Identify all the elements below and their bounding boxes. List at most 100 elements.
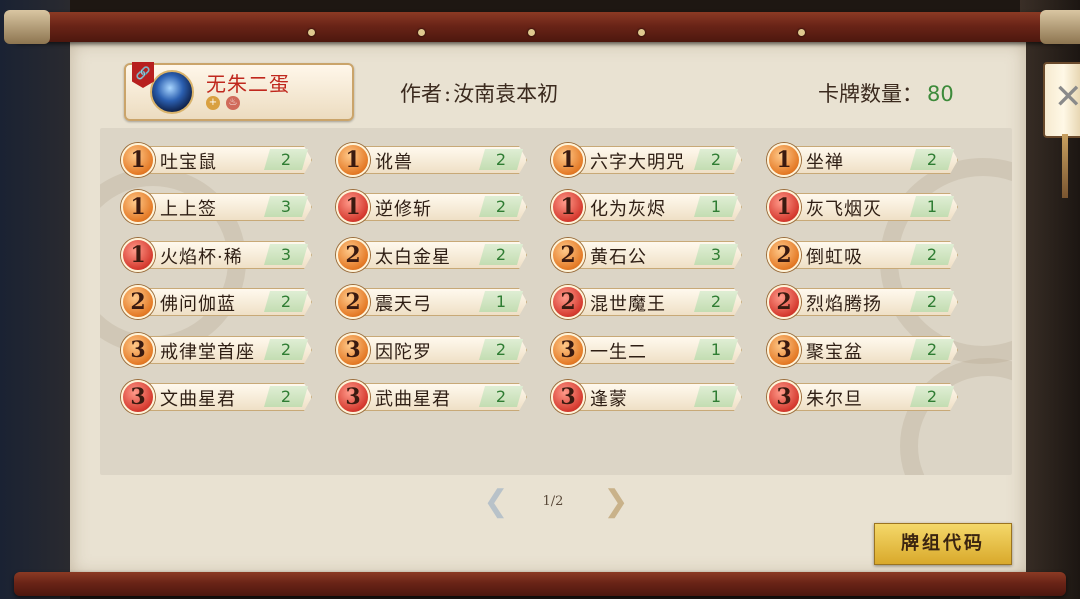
card-entry[interactable]: 倒虹吸 2 2 bbox=[762, 238, 958, 272]
flame-icon: ♨ bbox=[226, 96, 240, 110]
avatar bbox=[150, 70, 194, 114]
card-entry[interactable]: 朱尔旦 2 3 bbox=[762, 380, 958, 414]
prev-page-button[interactable]: ❮ bbox=[478, 485, 514, 519]
card-name: 六字大明咒 bbox=[590, 152, 685, 173]
card-name: 讹兽 bbox=[375, 152, 413, 173]
card-entry[interactable]: 逢蒙 1 3 bbox=[546, 380, 742, 414]
card-name: 化为灰烬 bbox=[590, 199, 666, 220]
card-entry[interactable]: 吐宝鼠 2 1 bbox=[116, 143, 312, 177]
card-count-value: 80 bbox=[927, 82, 954, 106]
card-name: 上上签 bbox=[160, 199, 217, 220]
card-quantity: 1 bbox=[479, 291, 523, 312]
scroll-rod-cap bbox=[1040, 10, 1080, 44]
lantern-tassel bbox=[1062, 134, 1068, 198]
card-cost-badge: 3 bbox=[121, 380, 155, 414]
scroll-rod-cap bbox=[4, 10, 50, 44]
card-entry[interactable]: 戒律堂首座 2 3 bbox=[116, 333, 312, 367]
card-cost-badge: 3 bbox=[551, 333, 585, 367]
card-quantity: 2 bbox=[479, 386, 523, 407]
deck-code-button[interactable]: 牌组代码 bbox=[874, 523, 1012, 565]
card-name: 烈焰腾扬 bbox=[806, 294, 882, 315]
card-quantity: 1 bbox=[694, 196, 738, 217]
card-cost-badge: 2 bbox=[121, 285, 155, 319]
card-name: 吐宝鼠 bbox=[160, 152, 217, 173]
card-entry[interactable]: 一生二 1 3 bbox=[546, 333, 742, 367]
card-name: 黄石公 bbox=[590, 247, 647, 268]
card-entry[interactable]: 灰飞烟灭 1 1 bbox=[762, 190, 958, 224]
card-cost-badge: 1 bbox=[121, 143, 155, 177]
card-name: 混世魔王 bbox=[590, 294, 666, 315]
card-cost-badge: 3 bbox=[121, 333, 155, 367]
cloud-right-arrow-icon: ❯ bbox=[603, 484, 629, 519]
card-name: 震天弓 bbox=[375, 294, 432, 315]
rod-stud bbox=[418, 29, 425, 36]
decorative-swirl bbox=[900, 358, 1012, 475]
close-x-icon: ✕ bbox=[1054, 77, 1080, 117]
card-entry[interactable]: 文曲星君 2 3 bbox=[116, 380, 312, 414]
card-entry[interactable]: 黄石公 3 2 bbox=[546, 238, 742, 272]
card-name: 灰飞烟灭 bbox=[806, 199, 882, 220]
card-entry[interactable]: 因陀罗 2 3 bbox=[331, 333, 527, 367]
card-cost-badge: 3 bbox=[767, 333, 801, 367]
scroll-rod-top bbox=[14, 12, 1066, 42]
card-name: 因陀罗 bbox=[375, 342, 432, 363]
card-quantity: 2 bbox=[694, 149, 738, 170]
card-entry[interactable]: 上上签 3 1 bbox=[116, 190, 312, 224]
card-quantity: 2 bbox=[910, 339, 954, 360]
card-entry[interactable]: 火焰杯·稀 3 1 bbox=[116, 238, 312, 272]
card-entry[interactable]: 坐禅 2 1 bbox=[762, 143, 958, 177]
card-cost-badge: 3 bbox=[336, 333, 370, 367]
card-name: 一生二 bbox=[590, 342, 647, 363]
card-cost-badge: 2 bbox=[551, 285, 585, 319]
plus-icon: + bbox=[206, 96, 220, 110]
card-entry[interactable]: 混世魔王 2 2 bbox=[546, 285, 742, 319]
card-entry[interactable]: 化为灰烬 1 1 bbox=[546, 190, 742, 224]
card-cost-badge: 1 bbox=[767, 190, 801, 224]
card-entry[interactable]: 讹兽 2 1 bbox=[331, 143, 527, 177]
card-name: 逆修斩 bbox=[375, 199, 432, 220]
card-entry[interactable]: 逆修斩 2 1 bbox=[331, 190, 527, 224]
card-cost-badge: 1 bbox=[336, 190, 370, 224]
card-cost-badge: 1 bbox=[336, 143, 370, 177]
card-quantity: 2 bbox=[264, 339, 308, 360]
card-name: 坐禅 bbox=[806, 152, 844, 173]
card-name: 聚宝盆 bbox=[806, 342, 863, 363]
rod-stud bbox=[638, 29, 645, 36]
card-quantity: 2 bbox=[910, 386, 954, 407]
rod-stud bbox=[798, 29, 805, 36]
card-quantity: 1 bbox=[694, 339, 738, 360]
card-name: 太白金星 bbox=[375, 247, 451, 268]
card-entry[interactable]: 佛问伽蓝 2 2 bbox=[116, 285, 312, 319]
card-entry[interactable]: 太白金星 2 2 bbox=[331, 238, 527, 272]
card-entry[interactable]: 烈焰腾扬 2 2 bbox=[762, 285, 958, 319]
card-cost-badge: 3 bbox=[336, 380, 370, 414]
card-quantity: 2 bbox=[910, 149, 954, 170]
card-quantity: 2 bbox=[264, 291, 308, 312]
page-indicator: 1/2 bbox=[542, 494, 564, 509]
rod-stud bbox=[528, 29, 535, 36]
card-name: 逢蒙 bbox=[590, 389, 628, 410]
card-entry[interactable]: 聚宝盆 2 3 bbox=[762, 333, 958, 367]
card-cost-badge: 1 bbox=[767, 143, 801, 177]
card-cost-badge: 2 bbox=[767, 238, 801, 272]
card-cost-badge: 3 bbox=[551, 380, 585, 414]
card-name: 戒律堂首座 bbox=[160, 342, 255, 363]
next-page-button[interactable]: ❯ bbox=[598, 485, 634, 519]
rod-stud bbox=[308, 29, 315, 36]
card-quantity: 1 bbox=[694, 386, 738, 407]
card-cost-badge: 2 bbox=[336, 238, 370, 272]
background-left bbox=[0, 0, 70, 599]
card-entry[interactable]: 震天弓 1 2 bbox=[331, 285, 527, 319]
cloud-left-arrow-icon: ❮ bbox=[483, 484, 509, 519]
card-entry[interactable]: 武曲星君 2 3 bbox=[331, 380, 527, 414]
player-name: 无朱二蛋 bbox=[206, 72, 290, 96]
card-quantity: 2 bbox=[694, 291, 738, 312]
card-entry[interactable]: 六字大明咒 2 1 bbox=[546, 143, 742, 177]
card-name: 倒虹吸 bbox=[806, 247, 863, 268]
card-name: 火焰杯·稀 bbox=[160, 247, 243, 268]
card-quantity: 3 bbox=[694, 244, 738, 265]
card-quantity: 3 bbox=[264, 244, 308, 265]
scroll-rod-bottom bbox=[14, 572, 1066, 596]
card-quantity: 2 bbox=[479, 339, 523, 360]
author-line: 作者:汝南袁本初 bbox=[400, 78, 558, 108]
